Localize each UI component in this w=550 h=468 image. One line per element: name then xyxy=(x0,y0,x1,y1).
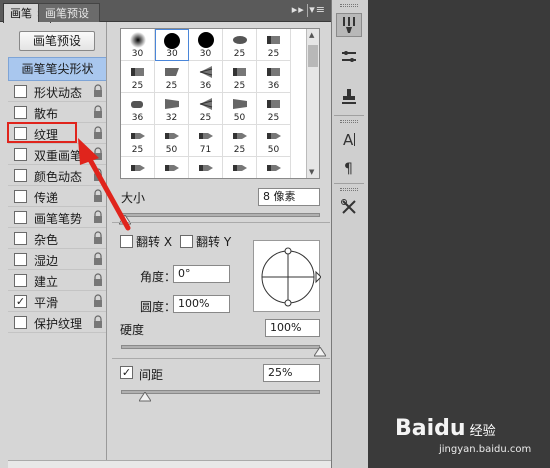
brush-presets-icon[interactable] xyxy=(336,45,362,69)
dock-separator xyxy=(334,183,364,184)
workspace-background xyxy=(368,0,550,468)
dock-grip[interactable] xyxy=(340,188,358,191)
dock-column xyxy=(332,0,368,468)
brush-settings-icon[interactable] xyxy=(336,13,362,37)
tool-presets-icon[interactable] xyxy=(336,195,362,219)
watermark-jingyan: 经验 xyxy=(469,424,496,439)
clone-stamp-icon[interactable] xyxy=(336,85,362,109)
dock-separator xyxy=(334,115,364,116)
svg-text:¶: ¶ xyxy=(344,161,353,176)
watermark-url: jingyan.baidu.com xyxy=(439,444,532,455)
baidu-jingyan-watermark: Baidu 经验 jingyan.baidu.com xyxy=(395,416,531,455)
svg-text:A: A xyxy=(343,131,354,148)
paragraph-icon[interactable]: ¶ xyxy=(336,155,362,179)
watermark-brand: Baidu xyxy=(395,416,466,441)
dock-grip[interactable] xyxy=(340,120,358,123)
dock-grip[interactable] xyxy=(340,4,358,7)
character-icon[interactable]: A xyxy=(336,127,362,151)
